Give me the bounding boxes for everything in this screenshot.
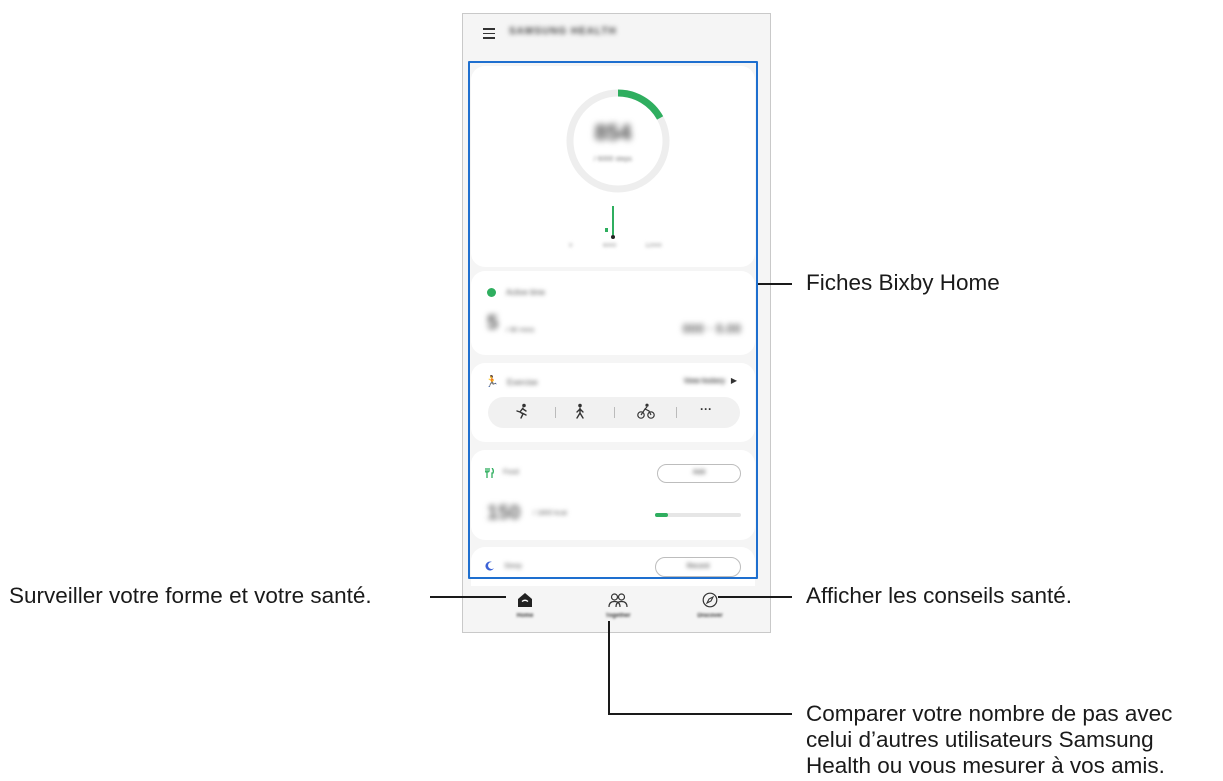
food-progress-fill [655, 513, 668, 517]
fork-knife-icon [484, 467, 495, 481]
app-title: SAMSUNG HEALTH [509, 26, 617, 37]
steps-count: 854 [594, 120, 632, 145]
sleep-record-button[interactable]: Record [655, 557, 741, 577]
view-history-link[interactable]: View history [684, 378, 725, 385]
callout-line-together-horizontal [608, 713, 792, 715]
more-icon[interactable]: ··· [694, 402, 718, 416]
nav-together-label: Together [605, 613, 631, 619]
axis-label-mid: 6000 [603, 243, 617, 249]
running-icon[interactable] [510, 403, 534, 422]
active-time-title: Active time [506, 288, 546, 297]
moon-icon [485, 561, 495, 573]
callout-line-discover [718, 596, 792, 598]
divider [614, 407, 615, 418]
app-header: SAMSUNG HEALTH [463, 14, 770, 56]
exercise-shortcuts: ··· [488, 397, 740, 428]
sleep-card[interactable]: Sleep Record [471, 547, 755, 587]
callout-discover: Afficher les conseils santé. [806, 583, 1072, 608]
together-icon [583, 590, 653, 610]
nav-home[interactable]: Home [490, 590, 560, 619]
food-progress-track [655, 513, 741, 517]
walking-icon[interactable] [568, 403, 592, 422]
home-icon [490, 590, 560, 610]
steps-goal: / 6000 steps [593, 156, 633, 163]
callout-line-together-vertical [608, 621, 610, 714]
callout-line-cards [758, 283, 792, 285]
active-time-goal: / 90 mins [506, 327, 535, 334]
sleep-title: Sleep [504, 563, 522, 570]
steps-bar-small [605, 228, 608, 232]
current-time-dot [611, 235, 615, 239]
callout-line-home [430, 596, 506, 598]
play-arrow-icon[interactable]: ▶ [731, 376, 737, 385]
steps-card[interactable]: 854 / 6000 steps 0 6000 12000 [471, 66, 755, 267]
food-card[interactable]: Food Add 150 / 1800 kcal [471, 450, 755, 540]
axis-label-start: 0 [569, 243, 573, 249]
food-value: 150 [487, 502, 521, 524]
food-title: Food [503, 469, 519, 476]
callout-home: Surveiller votre forme et votre santé. [9, 583, 372, 608]
axis-label-end: 12000 [645, 243, 662, 249]
menu-icon[interactable] [483, 28, 495, 39]
food-record-button[interactable]: Add [657, 464, 741, 483]
exercise-title: Exercise [507, 378, 538, 387]
clock-icon [487, 288, 496, 297]
divider [555, 407, 556, 418]
divider [676, 407, 677, 418]
running-icon: 🏃 [485, 376, 499, 388]
callout-bixby-cards: Fiches Bixby Home [806, 270, 1000, 295]
compass-icon [675, 590, 745, 610]
nav-home-label: Home [516, 613, 534, 619]
callout-together-line3: Health ou vous mesurer à vos amis. [806, 753, 1165, 778]
active-time-card[interactable]: Active time 5 / 90 mins 000 · 0.00 [471, 271, 755, 355]
active-time-detail: 000 · 0.00 [682, 321, 741, 336]
nav-together[interactable]: Together [583, 590, 653, 619]
food-goal: / 1800 kcal [533, 510, 567, 517]
phone-screen: SAMSUNG HEALTH 854 / 6000 steps 0 6000 1… [462, 13, 771, 633]
cycling-icon[interactable] [634, 403, 658, 422]
steps-bar [612, 206, 614, 235]
nav-discover-label: Discover [697, 613, 723, 619]
bottom-navigation: Home Together Discover [463, 586, 770, 632]
exercise-card[interactable]: 🏃 Exercise View history ▶ ··· [471, 363, 755, 442]
active-time-value: 5 [487, 312, 499, 334]
nav-discover[interactable]: Discover [675, 590, 745, 619]
